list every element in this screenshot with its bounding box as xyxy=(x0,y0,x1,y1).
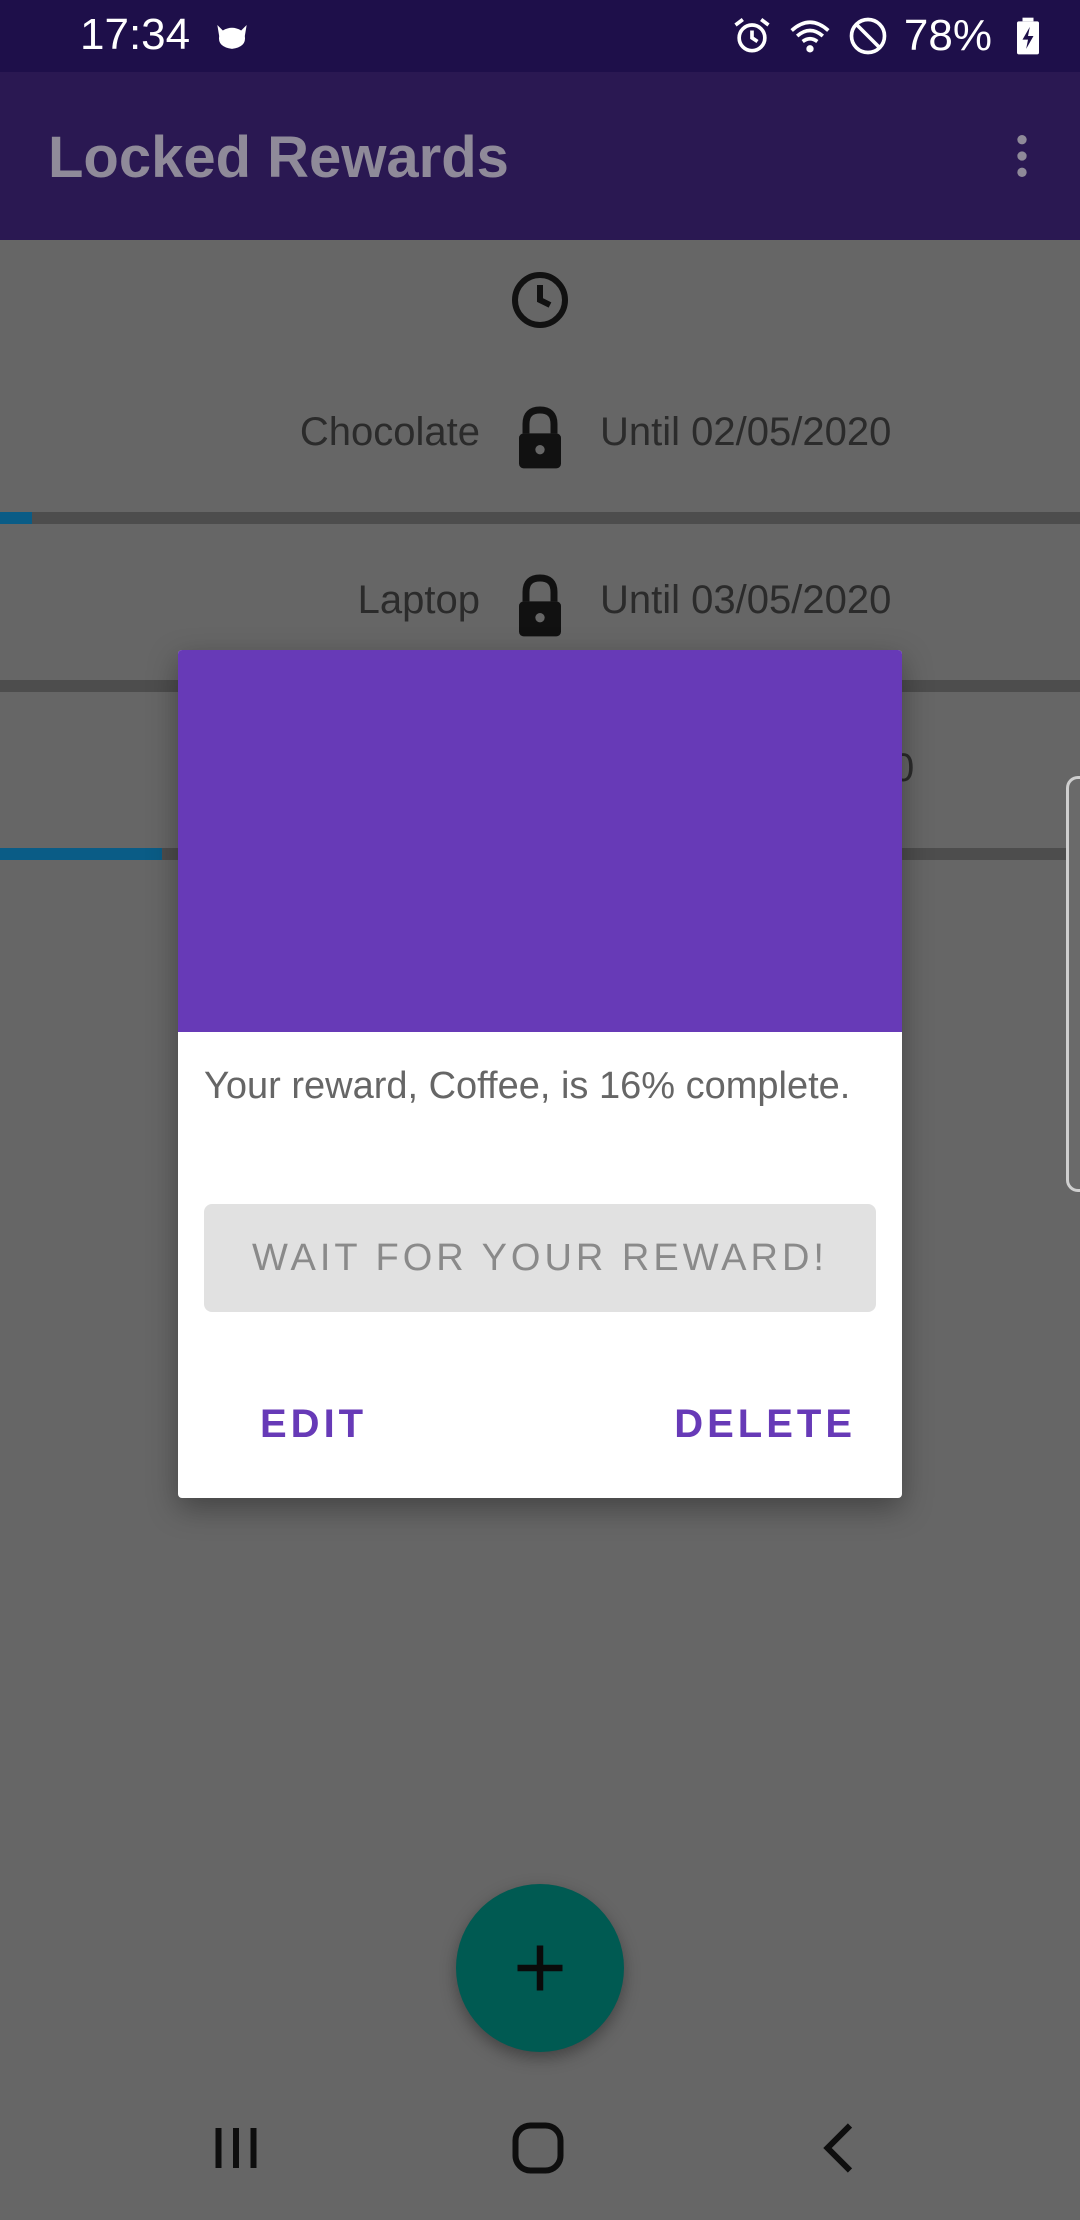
status-time: 17:34 xyxy=(80,10,191,59)
lock-icon xyxy=(519,406,561,469)
cat-notification-icon xyxy=(217,25,247,49)
reward-name: Laptop xyxy=(357,578,480,622)
progress-fill xyxy=(0,848,162,860)
plus-icon xyxy=(517,1945,563,1991)
edit-button[interactable]: EDIT xyxy=(260,1402,367,1447)
list-item[interactable]: Chocolate Until 02/05/2020 xyxy=(0,380,1080,540)
status-bar: 17:34 78% xyxy=(0,0,1080,72)
reward-name: Chocolate xyxy=(299,410,480,454)
home-icon[interactable] xyxy=(508,2118,568,2178)
clock-icon[interactable] xyxy=(510,270,570,330)
battery-charging-icon xyxy=(1017,17,1039,55)
wait-for-reward-button[interactable]: WAIT FOR YOUR REWARD! xyxy=(204,1204,876,1312)
progress-track xyxy=(0,512,1080,524)
dialog-message: Your reward, Coffee, is 16% complete. xyxy=(204,1065,851,1107)
wifi-icon xyxy=(790,20,830,53)
delete-button[interactable]: DELETE xyxy=(674,1402,856,1447)
page-title: Locked Rewards xyxy=(48,125,509,190)
more-vert-icon[interactable] xyxy=(994,128,1050,184)
do-not-disturb-icon xyxy=(849,17,887,55)
back-icon[interactable] xyxy=(810,2118,870,2178)
reward-until: Until 03/05/2020 xyxy=(600,578,892,622)
edge-panel-handle[interactable] xyxy=(1066,776,1080,1192)
recent-apps-icon[interactable] xyxy=(206,2118,266,2178)
app-bar: Locked Rewards xyxy=(0,72,1080,240)
reward-dialog: Your reward, Coffee, is 16% complete. WA… xyxy=(178,650,902,1498)
lock-icon xyxy=(519,574,561,637)
battery-percent: 78% xyxy=(903,11,992,60)
alarm-icon xyxy=(734,18,770,53)
navigation-bar xyxy=(0,2076,1080,2220)
dialog-banner xyxy=(178,650,902,1032)
progress-fill xyxy=(0,512,32,524)
reward-until: Until 02/05/2020 xyxy=(600,410,892,454)
status-right: 78% xyxy=(730,10,1050,62)
add-reward-button[interactable] xyxy=(456,1884,624,2052)
